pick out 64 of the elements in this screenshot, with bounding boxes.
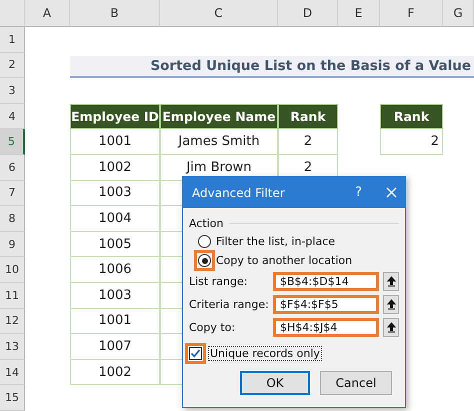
collapse-button[interactable]	[383, 272, 399, 291]
range-field[interactable]: $F$4:$F$5	[273, 295, 379, 314]
up-arrow-icon	[386, 276, 396, 287]
dialog-title: Advanced Filter	[192, 186, 286, 200]
table-cell: 1002	[70, 154, 160, 181]
help-button[interactable]: ?	[355, 185, 362, 200]
row-header[interactable]: 6	[0, 154, 25, 181]
table-cell: 1003	[70, 282, 160, 309]
column-header[interactable]: G	[443, 0, 474, 27]
header-cell: Employee ID	[70, 104, 160, 130]
column-header[interactable]: F	[380, 0, 443, 27]
table-cell: 1003	[70, 180, 160, 206]
row-header[interactable]: 2	[0, 52, 25, 78]
up-arrow-icon	[386, 322, 396, 333]
row-header[interactable]: 1	[0, 27, 25, 53]
range-field[interactable]: $B$4:$D$14	[273, 272, 379, 291]
radio-button[interactable]	[198, 254, 211, 267]
table-cell: 1004	[70, 206, 160, 232]
column-header[interactable]: D	[278, 0, 338, 27]
close-icon[interactable]	[386, 187, 397, 198]
table-cell: 2	[278, 129, 338, 155]
radio-button[interactable]	[198, 235, 211, 248]
table-cell: 1005	[70, 232, 160, 258]
sheet-title: Sorted Unique List on the Basis of a Value	[70, 56, 474, 78]
row-header[interactable]: 12	[0, 308, 25, 334]
checkbox-label[interactable]: Unique records only	[208, 346, 322, 360]
table-cell: 1002	[70, 360, 160, 386]
table-cell: 1007	[70, 334, 160, 360]
header-cell: Employee Name	[160, 104, 278, 130]
field-label: List range:	[189, 275, 248, 288]
ok-button[interactable]: OK	[240, 371, 310, 395]
row-header[interactable]: 9	[0, 232, 25, 258]
range-field[interactable]: $H$4:$J$4	[273, 318, 379, 337]
table-cell: 1001	[70, 129, 160, 155]
column-header[interactable]: C	[160, 0, 278, 27]
checkbox[interactable]	[189, 346, 202, 360]
column-header[interactable]: A	[25, 0, 70, 27]
field-label: Copy to:	[189, 321, 236, 334]
collapse-button[interactable]	[383, 318, 399, 337]
header-cell: Rank	[278, 104, 338, 130]
group-label: Action	[189, 216, 224, 230]
row-header[interactable]: 15	[0, 385, 25, 411]
column-header[interactable]: E	[338, 0, 380, 27]
row-header[interactable]: 14	[0, 360, 25, 386]
row-header[interactable]: 10	[0, 257, 25, 283]
field-label: Criteria range:	[189, 298, 269, 311]
table-cell: James Smith	[160, 129, 278, 155]
collapse-button[interactable]	[383, 295, 399, 314]
row-header[interactable]: 4	[0, 104, 25, 130]
row-header[interactable]: 5	[0, 129, 25, 155]
row-header[interactable]: 7	[0, 180, 25, 206]
table-cell: 1001	[70, 308, 160, 334]
row-header[interactable]: 3	[0, 78, 25, 104]
column-header[interactable]: B	[70, 0, 160, 27]
header-cell: Rank	[380, 104, 443, 130]
row-header[interactable]: 13	[0, 334, 25, 360]
row-header[interactable]: 11	[0, 282, 25, 309]
option-label[interactable]: Copy to another location	[216, 254, 352, 267]
up-arrow-icon	[386, 299, 396, 310]
row-header[interactable]: 8	[0, 206, 25, 232]
table-cell: 2	[380, 129, 443, 155]
cancel-button[interactable]: Cancel	[320, 371, 392, 395]
table-cell: 1006	[70, 257, 160, 283]
option-label[interactable]: Filter the list, in-place	[216, 235, 336, 248]
